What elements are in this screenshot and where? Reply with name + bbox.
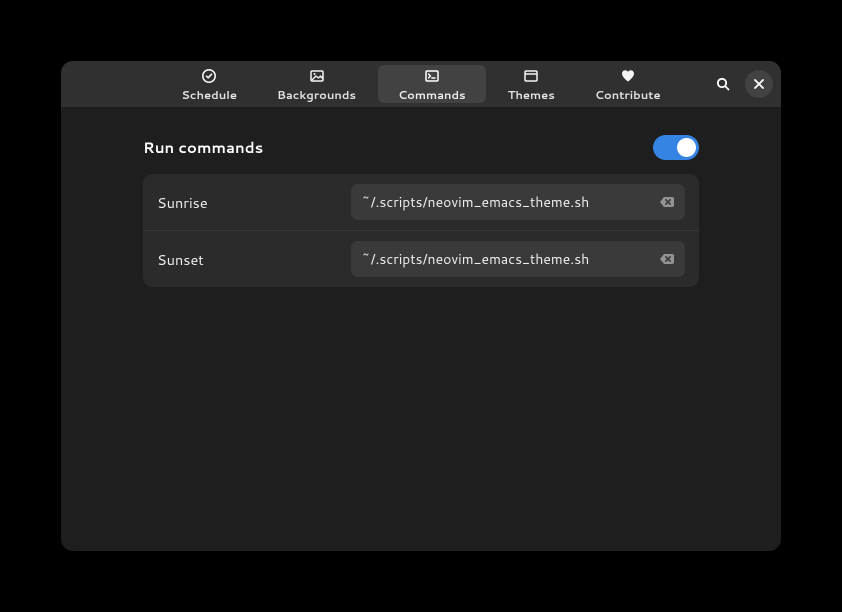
tab-backgrounds[interactable]: Backgrounds (257, 61, 376, 107)
sunrise-command-input[interactable] (351, 184, 685, 220)
sunset-clear-button[interactable] (657, 249, 677, 269)
tab-themes-label: Themes (508, 86, 555, 103)
tab-schedule[interactable]: Schedule (161, 61, 257, 107)
commands-list: Sunrise Sunset (143, 174, 699, 287)
section-header: Run commands (143, 135, 699, 160)
close-button[interactable] (745, 70, 773, 98)
schedule-icon (201, 68, 217, 84)
themes-icon (523, 68, 539, 84)
row-sunset-input-wrap (351, 241, 685, 277)
row-sunrise-input-wrap (351, 184, 685, 220)
clear-icon (659, 251, 675, 267)
tab-themes[interactable]: Themes (488, 61, 575, 107)
row-sunrise: Sunrise (143, 174, 699, 231)
row-sunrise-label: Sunrise (157, 192, 337, 213)
row-sunset: Sunset (143, 231, 699, 287)
backgrounds-icon (309, 68, 325, 84)
sunset-command-input[interactable] (351, 241, 685, 277)
tab-contribute-label: Contribute (595, 86, 661, 103)
headerbar-controls (709, 61, 773, 107)
content-area: Run commands Sunrise Sunset (61, 107, 781, 551)
contribute-icon (620, 68, 636, 84)
search-button[interactable] (709, 70, 737, 98)
view-switcher: Schedule Backgrounds Commands Themes (161, 61, 680, 107)
tab-schedule-label: Schedule (181, 86, 237, 103)
clear-icon (659, 194, 675, 210)
tab-commands-label: Commands (398, 86, 466, 103)
tab-commands[interactable]: Commands (378, 65, 486, 103)
app-window: Schedule Backgrounds Commands Themes (61, 61, 781, 551)
search-icon (715, 76, 731, 92)
commands-icon (424, 68, 440, 84)
run-commands-toggle[interactable] (653, 135, 699, 160)
close-icon (753, 78, 765, 90)
section-title: Run commands (143, 137, 263, 158)
tab-contribute[interactable]: Contribute (575, 61, 681, 107)
sunrise-clear-button[interactable] (657, 192, 677, 212)
tab-backgrounds-label: Backgrounds (277, 86, 356, 103)
row-sunset-label: Sunset (157, 249, 337, 270)
headerbar: Schedule Backgrounds Commands Themes (61, 61, 781, 107)
